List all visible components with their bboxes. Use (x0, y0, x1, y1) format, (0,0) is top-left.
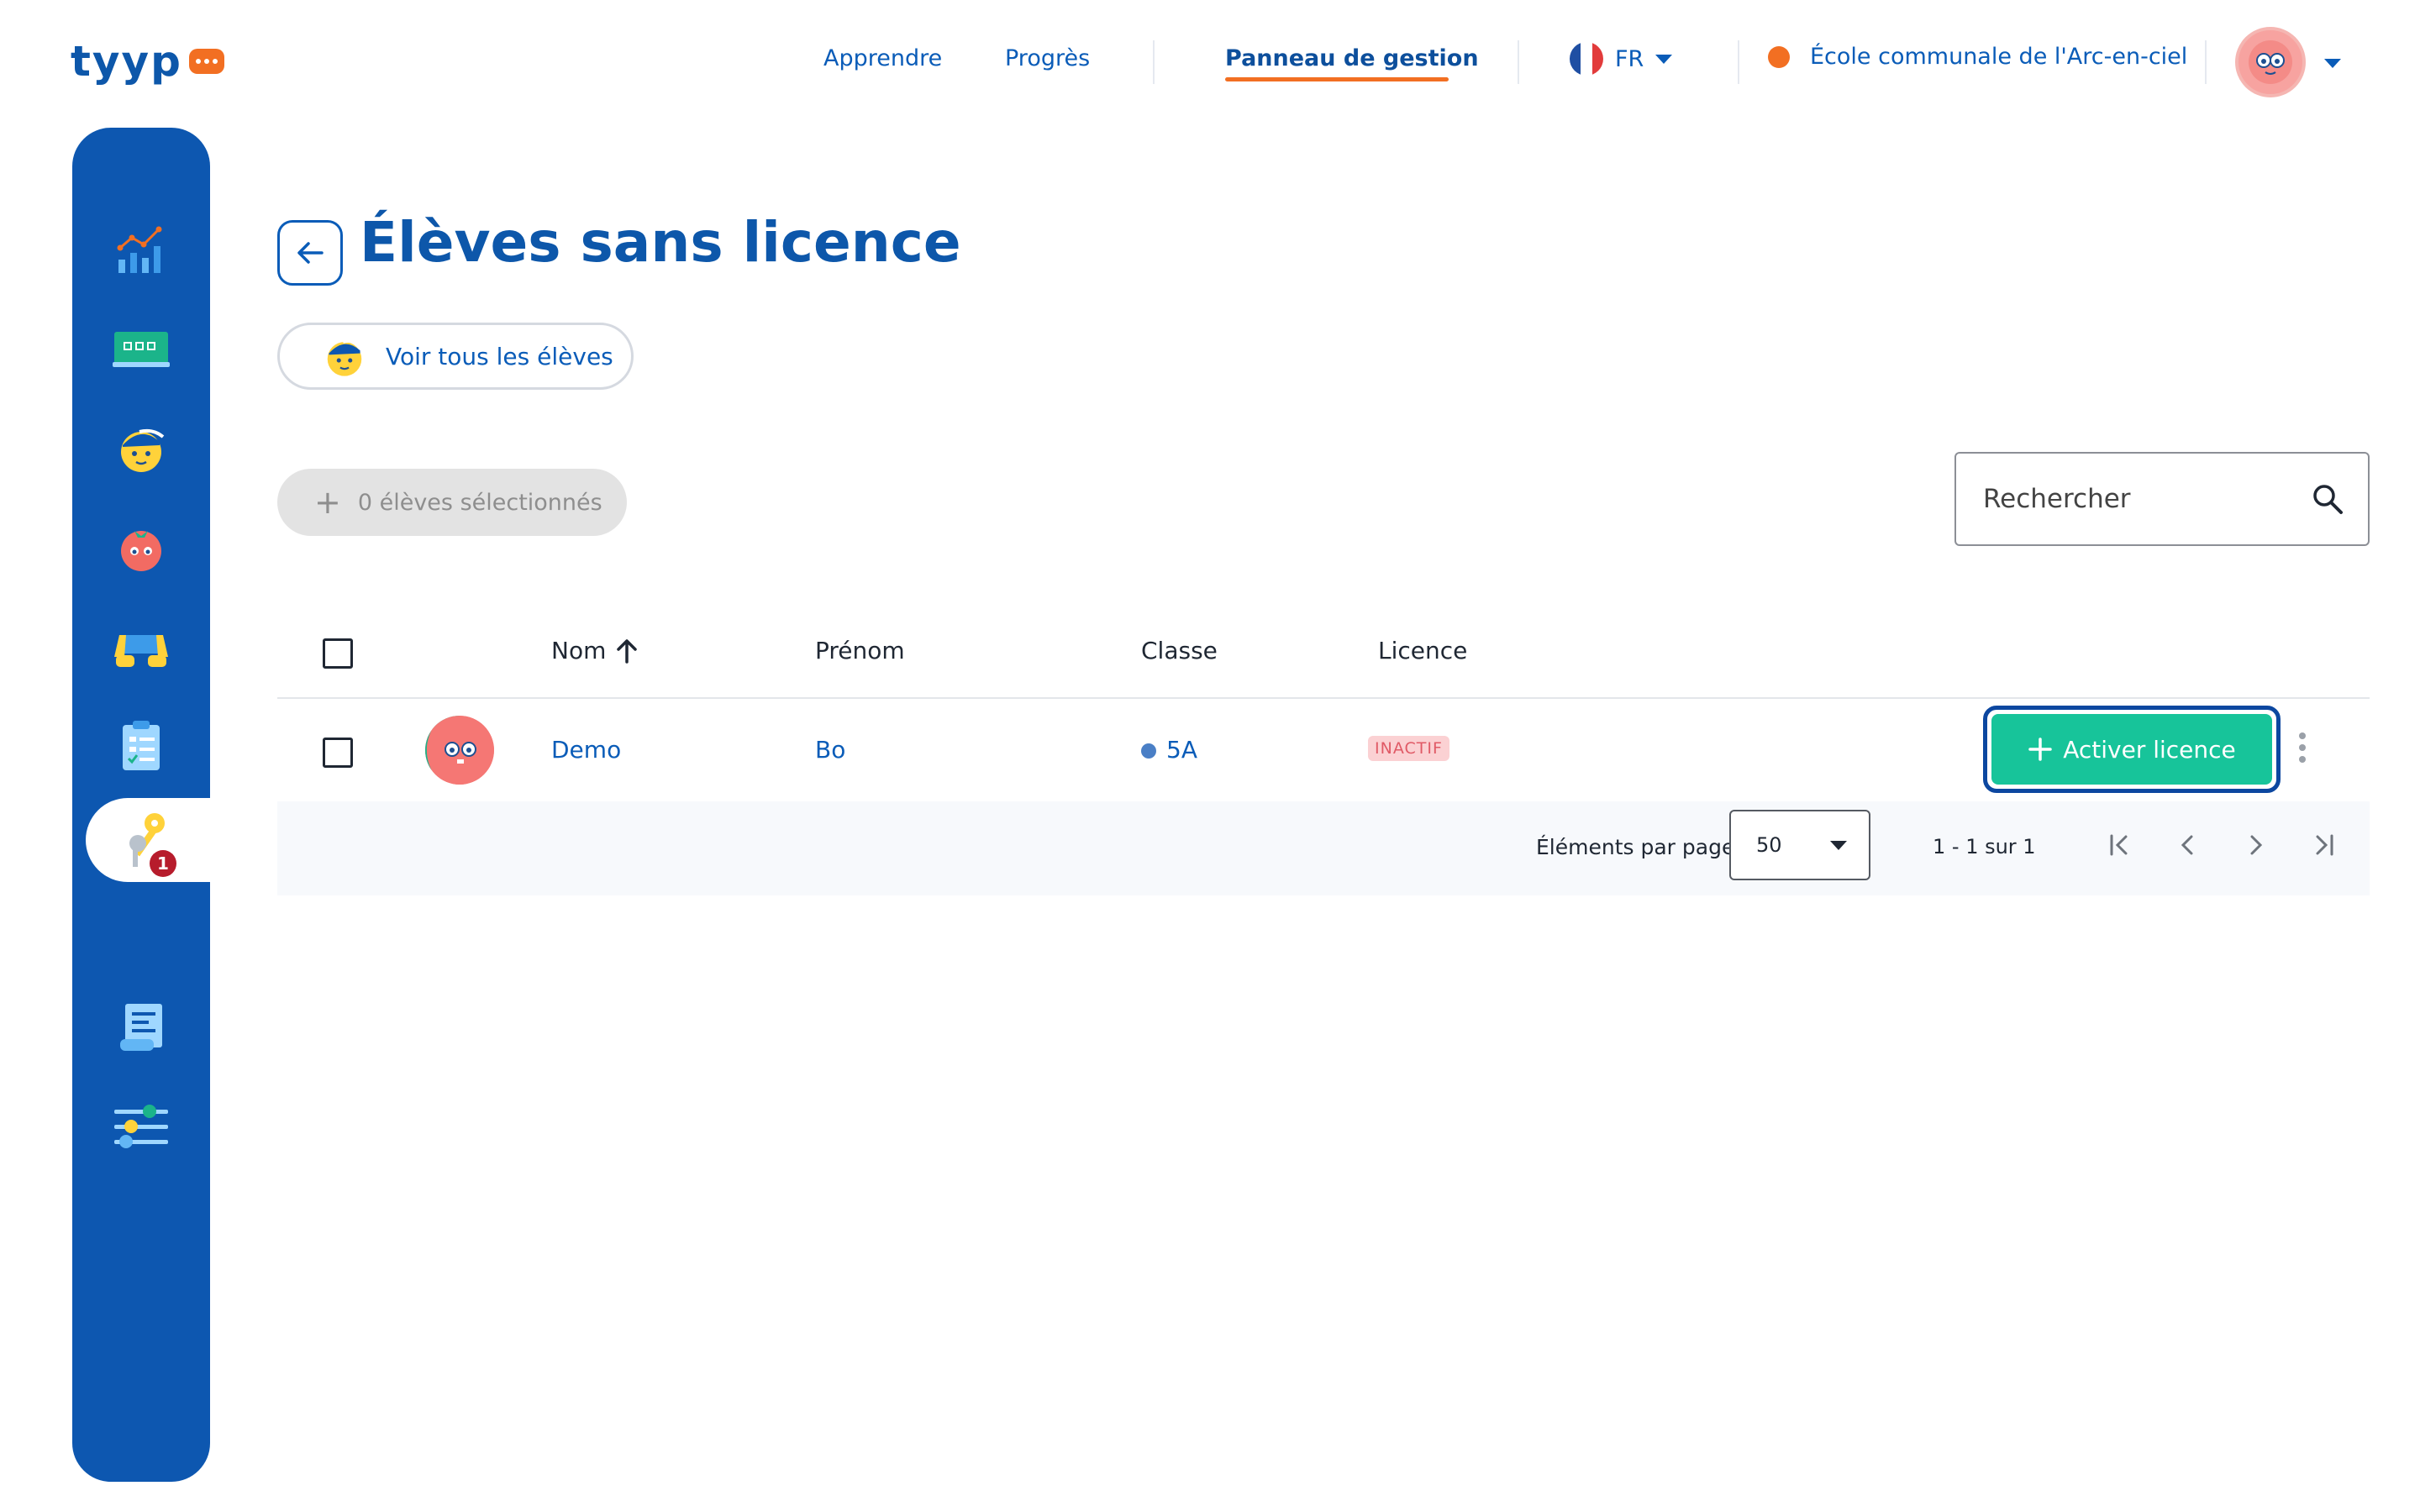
sidebar-item-statistics[interactable] (72, 208, 210, 292)
activate-licence-focus-ring: Activer licence (1983, 706, 2281, 793)
table-header-divider (277, 697, 2370, 699)
licence-status-badge: INACTIF (1368, 736, 1449, 761)
licences-badge: 1 (150, 850, 176, 877)
pagination-bar (277, 801, 2370, 895)
sidebar-item-assignments[interactable] (72, 704, 210, 788)
nav-divider (1518, 40, 1519, 84)
first-page-icon (2110, 834, 2128, 856)
checklist-icon (123, 721, 160, 770)
items-per-page-select[interactable]: 50 (1729, 810, 1870, 880)
cell-prenom[interactable]: Bo (815, 736, 845, 764)
page-title: Élèves sans licence (360, 210, 961, 275)
student-icon (121, 428, 165, 472)
row-checkbox[interactable] (323, 738, 353, 768)
pagination-range: 1 - 1 sur 1 (1933, 835, 2036, 858)
search-input[interactable] (1981, 483, 2287, 515)
select-all-checkbox[interactable] (323, 638, 353, 669)
nav-progress[interactable]: Progrès (1005, 45, 1090, 71)
last-page-button[interactable] (2306, 827, 2343, 864)
nav-learn[interactable]: Apprendre (823, 45, 942, 71)
chevron-down-icon[interactable] (2324, 59, 2341, 68)
column-header-label: Nom (551, 637, 607, 664)
activate-licence-button[interactable]: Activer licence (1991, 714, 2272, 785)
selected-students-button[interactable]: + 0 élèves sélectionnés (277, 469, 627, 536)
column-header-licence[interactable]: Licence (1378, 637, 1467, 664)
items-per-page-value: 50 (1756, 833, 1782, 857)
language-selector[interactable]: FR (1570, 42, 1673, 76)
first-page-button[interactable] (2101, 827, 2138, 864)
nav-dashboard[interactable]: Panneau de gestion (1225, 45, 1479, 71)
chart-icon (117, 226, 162, 273)
chevron-left-icon (2181, 835, 2193, 855)
plus-icon (2028, 738, 2052, 761)
logo-text: tyyp (71, 37, 182, 86)
nav-divider (1153, 40, 1155, 84)
chevron-right-icon (2250, 835, 2263, 855)
sidebar-item-students[interactable] (72, 407, 210, 491)
view-all-students-button[interactable]: Voir tous les élèves (277, 323, 634, 390)
items-per-page-label: Éléments par page (1536, 835, 1735, 859)
search-field[interactable] (1954, 452, 2370, 546)
sidebar-item-licences[interactable] (86, 798, 210, 882)
language-code: FR (1615, 45, 1644, 72)
school-selector[interactable]: École communale de l'Arc-en-ciel (1768, 44, 2187, 70)
nav-divider (2205, 40, 2207, 84)
sidebar-item-characters[interactable] (72, 506, 210, 590)
previous-page-button[interactable] (2170, 827, 2207, 864)
cell-nom[interactable]: Demo (551, 736, 621, 764)
class-color-dot (1141, 743, 1156, 759)
column-header-nom[interactable]: Nom (551, 637, 638, 664)
sidebar-item-classes[interactable] (72, 307, 210, 391)
user-avatar[interactable] (2235, 27, 2306, 97)
arrow-up-icon (617, 638, 638, 664)
student-avatar (425, 716, 494, 785)
tomato-icon (121, 531, 161, 571)
classroom-icon (113, 332, 170, 367)
row-more-options-icon[interactable] (2299, 732, 2309, 763)
france-flag-icon (1570, 42, 1603, 76)
student-icon (327, 339, 365, 376)
last-page-icon (2316, 834, 2333, 856)
invoice-icon (120, 1004, 162, 1051)
activate-licence-label: Activer licence (2063, 735, 2236, 764)
search-icon[interactable] (2311, 482, 2344, 516)
next-page-button[interactable] (2237, 827, 2274, 864)
plus-icon: + (314, 484, 341, 521)
nav-active-underline (1225, 77, 1449, 81)
view-all-students-label: Voir tous les élèves (386, 342, 613, 370)
back-button[interactable] (277, 220, 343, 286)
sidebar-item-billing[interactable] (72, 986, 210, 1070)
student-avatar-face-icon (425, 716, 494, 785)
sidebar-item-typing[interactable] (72, 605, 210, 689)
class-name: 5A (1166, 736, 1197, 764)
column-header-classe[interactable]: Classe (1141, 637, 1218, 664)
chat-bubble-icon (188, 49, 224, 74)
settings-sliders-icon (114, 1105, 168, 1148)
column-header-prenom[interactable]: Prénom (815, 637, 905, 664)
arrow-left-icon (297, 242, 324, 264)
chevron-down-icon (1830, 840, 1847, 850)
selected-students-label: 0 élèves sélectionnés (357, 489, 602, 516)
chevron-down-icon (1655, 54, 1673, 64)
nav-divider (1738, 40, 1739, 84)
school-status-dot (1768, 45, 1790, 68)
keyboard-hands-icon (114, 635, 168, 667)
app-logo[interactable]: tyyp (71, 37, 224, 86)
cell-classe[interactable]: 5A (1141, 736, 1197, 764)
user-avatar-face-icon (2249, 40, 2292, 84)
school-name: École communale de l'Arc-en-ciel (1810, 44, 2188, 70)
sidebar-item-settings[interactable] (72, 1085, 210, 1169)
